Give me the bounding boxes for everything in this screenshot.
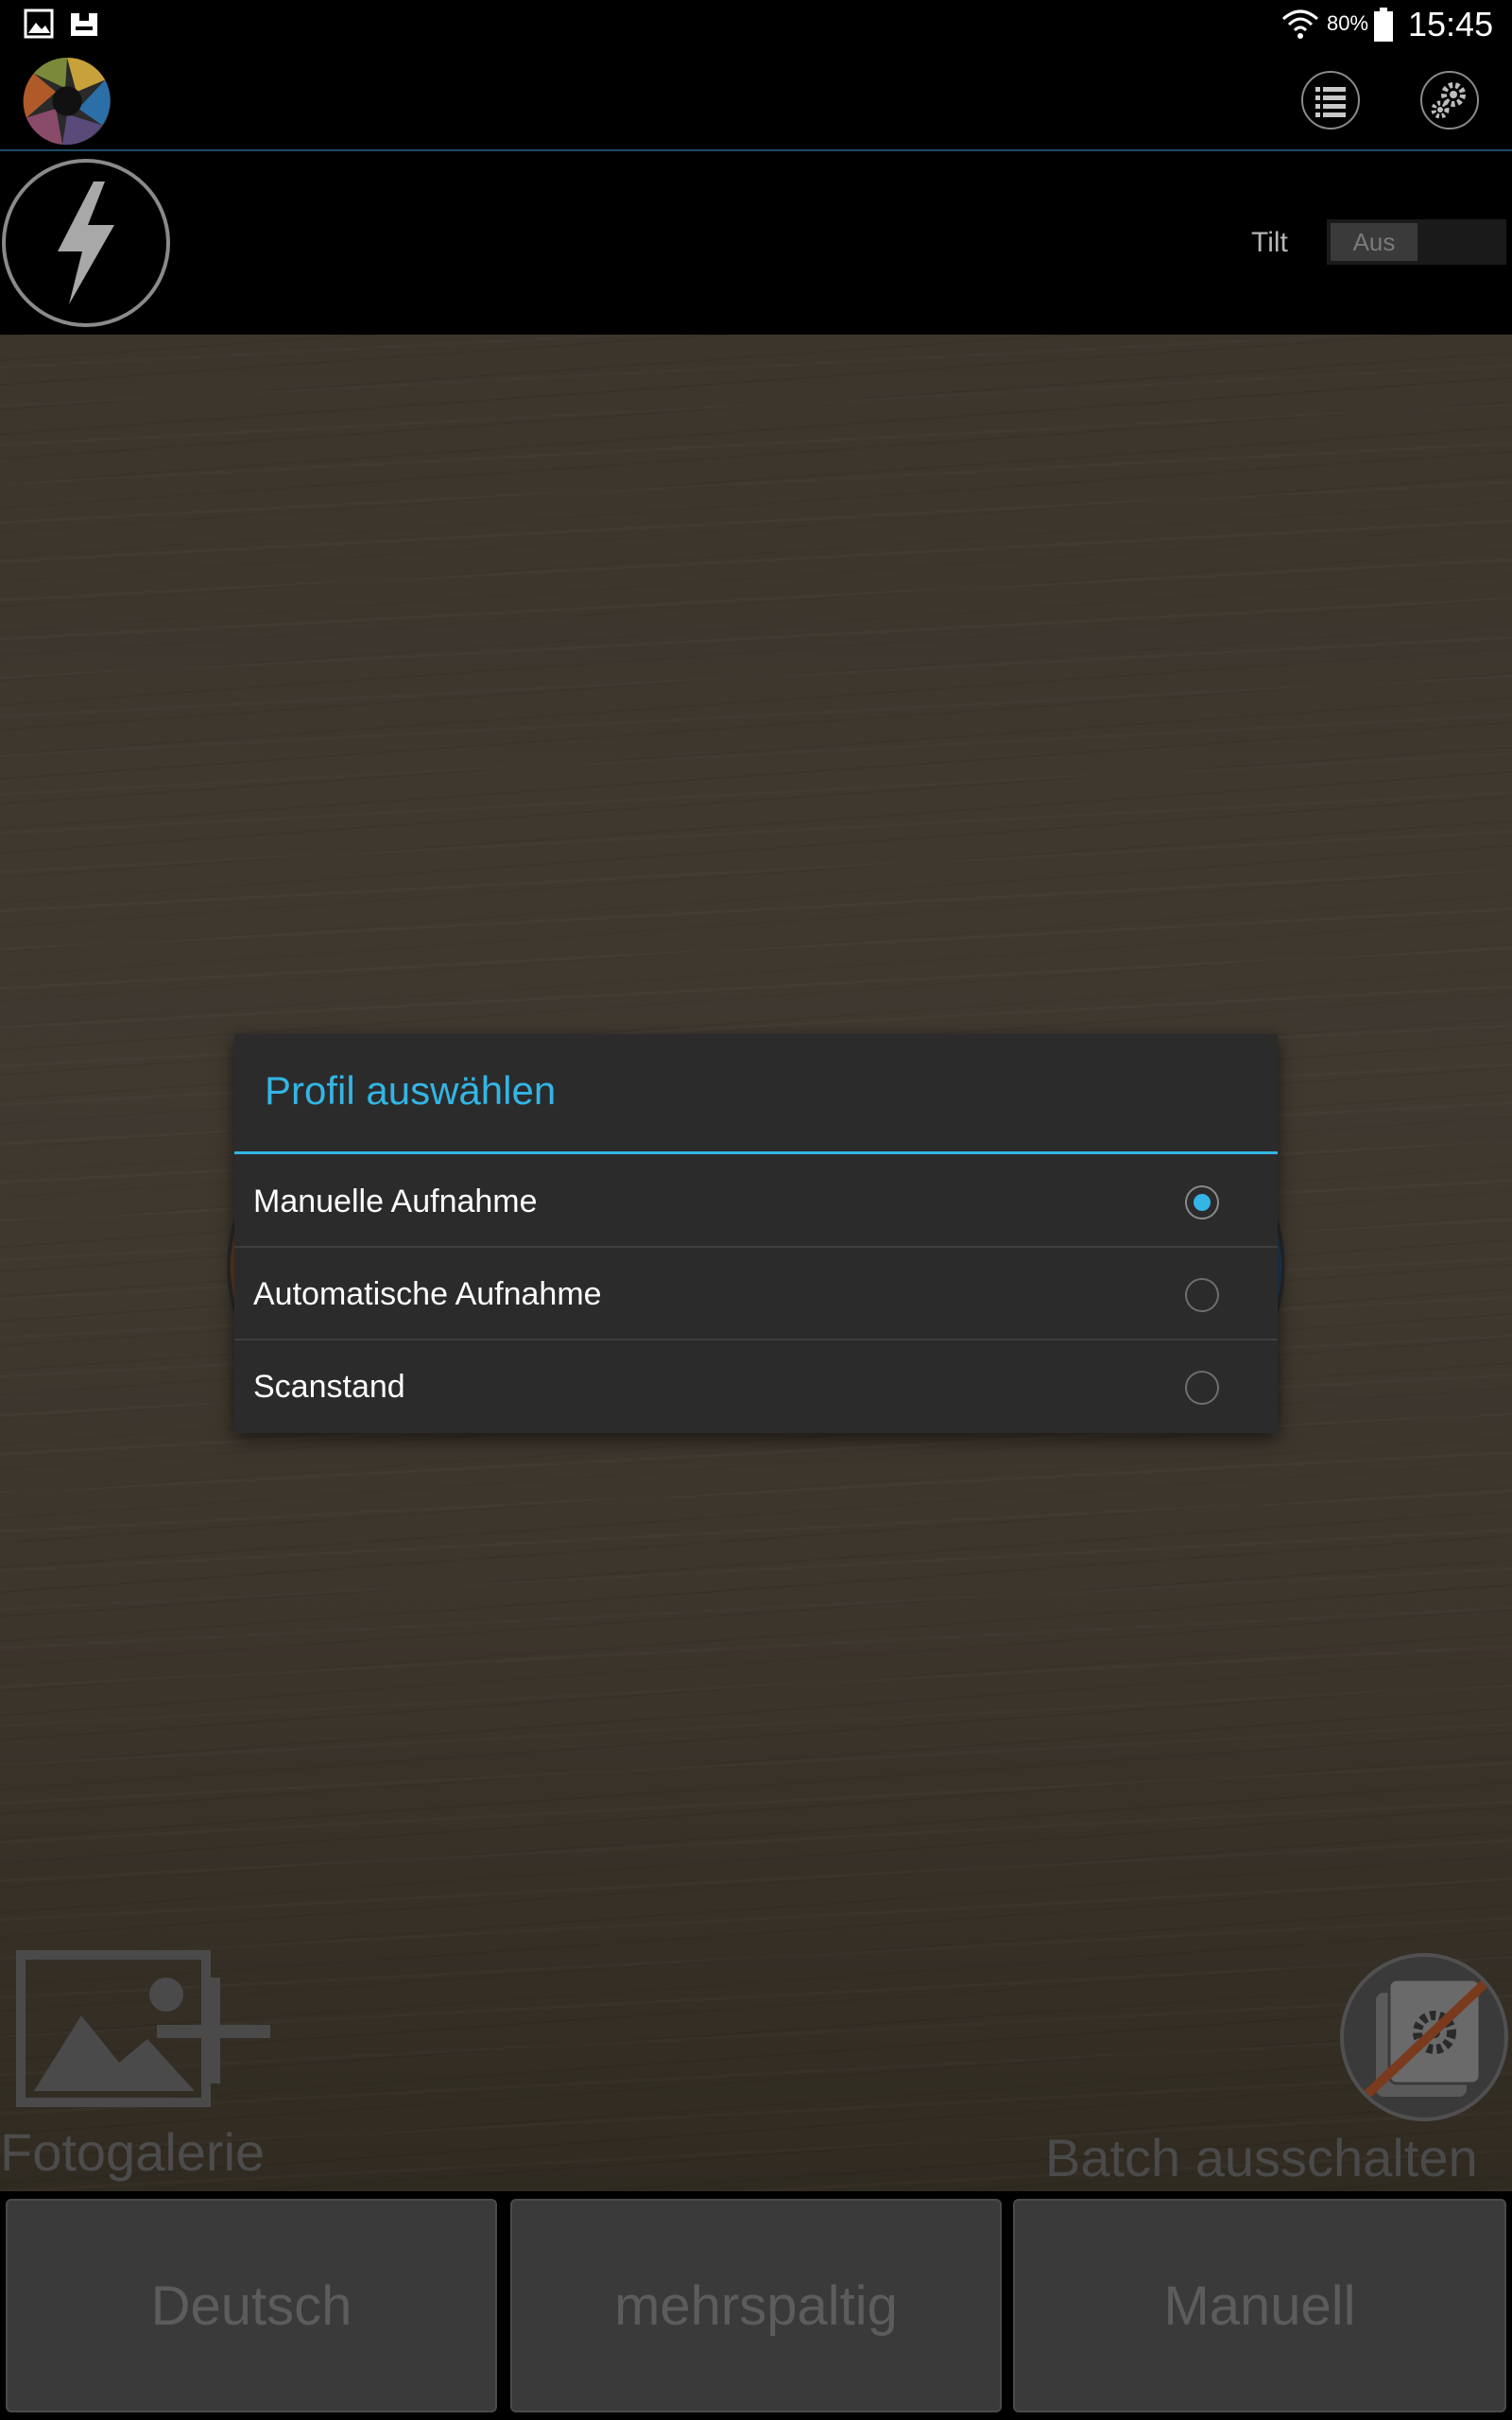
gear-icon[interactable] bbox=[1419, 70, 1480, 130]
option-manuelle-aufnahme[interactable]: Manuelle Aufnahme bbox=[234, 1155, 1278, 1248]
tilt-toggle-state: Aus bbox=[1331, 223, 1418, 261]
battery-percent: 80% bbox=[1327, 11, 1369, 35]
lightning-icon bbox=[58, 182, 114, 304]
gallery-label[interactable]: Fotogalerie bbox=[0, 2121, 265, 2183]
radio-button[interactable] bbox=[1185, 1371, 1219, 1405]
mode-button[interactable]: Manuell bbox=[1013, 2199, 1506, 2412]
camera-aperture-logo bbox=[23, 57, 112, 146]
dialog-title: Profil auswählen bbox=[265, 1068, 557, 1113]
option-label: Scanstand bbox=[253, 1369, 405, 1405]
gallery-add-icon[interactable] bbox=[15, 1949, 272, 2116]
radio-button-checked[interactable] bbox=[1185, 1185, 1219, 1219]
download-icon bbox=[71, 8, 97, 36]
option-automatische-aufnahme[interactable]: Automatische Aufnahme bbox=[234, 1248, 1278, 1340]
dialog-title-divider bbox=[234, 1151, 1278, 1154]
option-scanstand[interactable]: Scanstand bbox=[234, 1340, 1278, 1433]
battery-icon bbox=[1374, 8, 1393, 42]
gallery-icon bbox=[24, 9, 54, 39]
camera-toolbar: Tilt Aus bbox=[0, 151, 1512, 335]
clock: 15:45 bbox=[1408, 5, 1494, 43]
flash-button[interactable] bbox=[2, 159, 170, 327]
batch-label[interactable]: Batch ausschalten bbox=[1045, 2127, 1478, 2188]
language-button[interactable]: Deutsch bbox=[6, 2199, 497, 2412]
bottom-bar: Deutsch mehrspaltig Manuell bbox=[0, 2191, 1512, 2420]
layout-button[interactable]: mehrspaltig bbox=[510, 2199, 1002, 2412]
wifi-icon bbox=[1282, 9, 1318, 39]
tilt-toggle[interactable]: Aus bbox=[1327, 219, 1506, 265]
option-label: Automatische Aufnahme bbox=[253, 1276, 602, 1312]
list-icon[interactable] bbox=[1300, 70, 1361, 130]
tilt-label: Tilt bbox=[1251, 227, 1288, 258]
batch-settings-off-icon bbox=[1359, 1970, 1499, 2102]
status-bar: 80% 15:45 bbox=[0, 0, 1512, 49]
action-bar bbox=[0, 49, 1512, 151]
radio-button[interactable] bbox=[1185, 1278, 1219, 1312]
batch-toggle-button[interactable] bbox=[1340, 1953, 1508, 2121]
option-label: Manuelle Aufnahme bbox=[253, 1184, 538, 1219]
profile-dialog: Profil auswählen Manuelle Aufnahme Autom… bbox=[234, 1034, 1278, 1433]
